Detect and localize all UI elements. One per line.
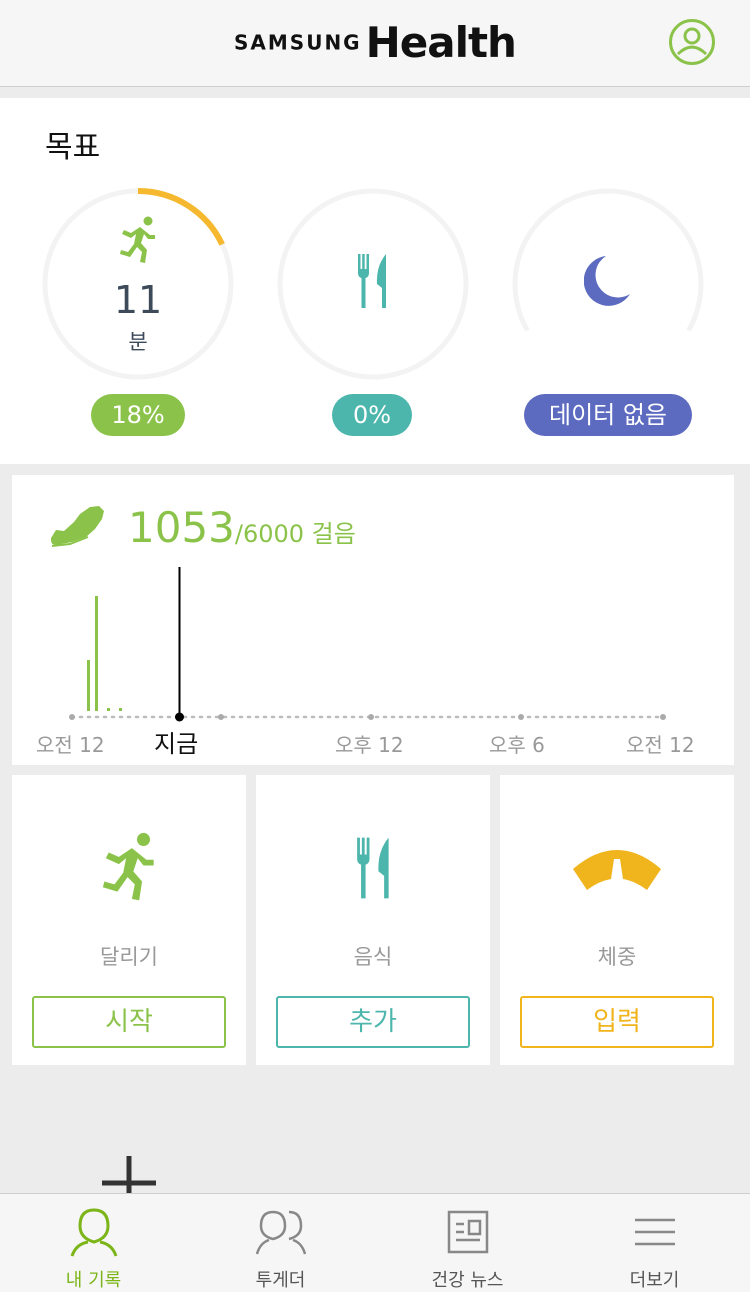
weight-tile: 체중 입력 (500, 775, 734, 1065)
running-icon (102, 832, 154, 901)
fork-knife-icon (357, 837, 389, 899)
food-goal-ring[interactable] (277, 188, 469, 380)
nav-health-news[interactable]: 건강 뉴스 (374, 1194, 561, 1292)
timeline-tick (518, 714, 524, 720)
step-bar (107, 708, 110, 711)
time-label-now: 지금 (154, 730, 199, 758)
time-label-start: 오전 12 (36, 733, 105, 757)
food-tile-label: 음식 (353, 945, 393, 969)
timeline-tick (660, 714, 666, 720)
timeline-tick (368, 714, 374, 720)
enter-weight-button[interactable]: 입력 (520, 996, 714, 1048)
sleep-status-badge: 데이터 없음 (524, 394, 692, 436)
logo-brand: SAMSUNG (234, 30, 362, 55)
bottom-nav: 내 기록 투게더 건강 뉴스 더보기 (0, 1193, 750, 1292)
food-percent-badge: 0% (332, 394, 412, 436)
step-bar (95, 596, 98, 711)
nav-more-label: 더보기 (629, 1270, 680, 1291)
nav-together[interactable]: 투게더 (187, 1194, 374, 1292)
running-tile: 달리기 시작 (12, 775, 246, 1065)
logo-product: Health (365, 18, 517, 67)
plus-icon (102, 1156, 156, 1196)
steps-card[interactable]: 1053/6000 걸음 오전 12 지금 오후 12 오후 6 오전 12 (12, 475, 734, 765)
goals-card: 목표 11 분 18% 0% 데이터 없음 (0, 98, 750, 464)
nav-my-records[interactable]: 내 기록 (0, 1194, 187, 1292)
person-icon (70, 1208, 118, 1257)
add-food-button[interactable]: 추가 (276, 996, 470, 1048)
step-bar (119, 708, 122, 711)
timeline-tick (69, 714, 75, 720)
people-icon (255, 1210, 307, 1255)
moon-icon (584, 256, 630, 306)
activity-minutes: 11 (113, 278, 163, 322)
now-marker-dot (175, 712, 184, 722)
profile-icon (669, 19, 715, 65)
add-item-button[interactable] (102, 1156, 156, 1196)
time-label-noon: 오후 12 (335, 733, 404, 757)
running-tile-label: 달리기 (100, 945, 158, 969)
activity-percent-badge: 18% (91, 394, 185, 436)
activity-goal-ring[interactable]: 11 분 (42, 188, 234, 380)
running-icon (120, 216, 155, 263)
time-label-evening: 오후 6 (489, 733, 545, 757)
steps-chart (69, 567, 666, 722)
time-label-end: 오전 12 (626, 733, 695, 757)
nav-more[interactable]: 더보기 (561, 1194, 748, 1292)
timeline-tick (218, 714, 224, 720)
news-icon (447, 1210, 489, 1254)
menu-icon (635, 1218, 675, 1246)
app-logo: SAMSUNGHealth (0, 18, 750, 67)
sleep-goal-ring[interactable] (512, 188, 704, 380)
start-running-button[interactable]: 시작 (32, 996, 226, 1048)
weight-tile-label: 체중 (597, 945, 637, 969)
nav-health-news-label: 건강 뉴스 (431, 1270, 504, 1291)
fork-knife-icon (358, 254, 386, 308)
profile-button[interactable] (668, 18, 716, 66)
app-header: SAMSUNGHealth (0, 0, 750, 87)
food-tile: 음식 추가 (256, 775, 490, 1065)
nav-together-label: 투게더 (255, 1270, 306, 1291)
nav-my-records-label: 내 기록 (65, 1270, 122, 1291)
step-bar (87, 660, 90, 711)
scale-icon (573, 850, 661, 890)
activity-unit: 분 (128, 330, 148, 354)
goals-title: 목표 (45, 130, 101, 165)
